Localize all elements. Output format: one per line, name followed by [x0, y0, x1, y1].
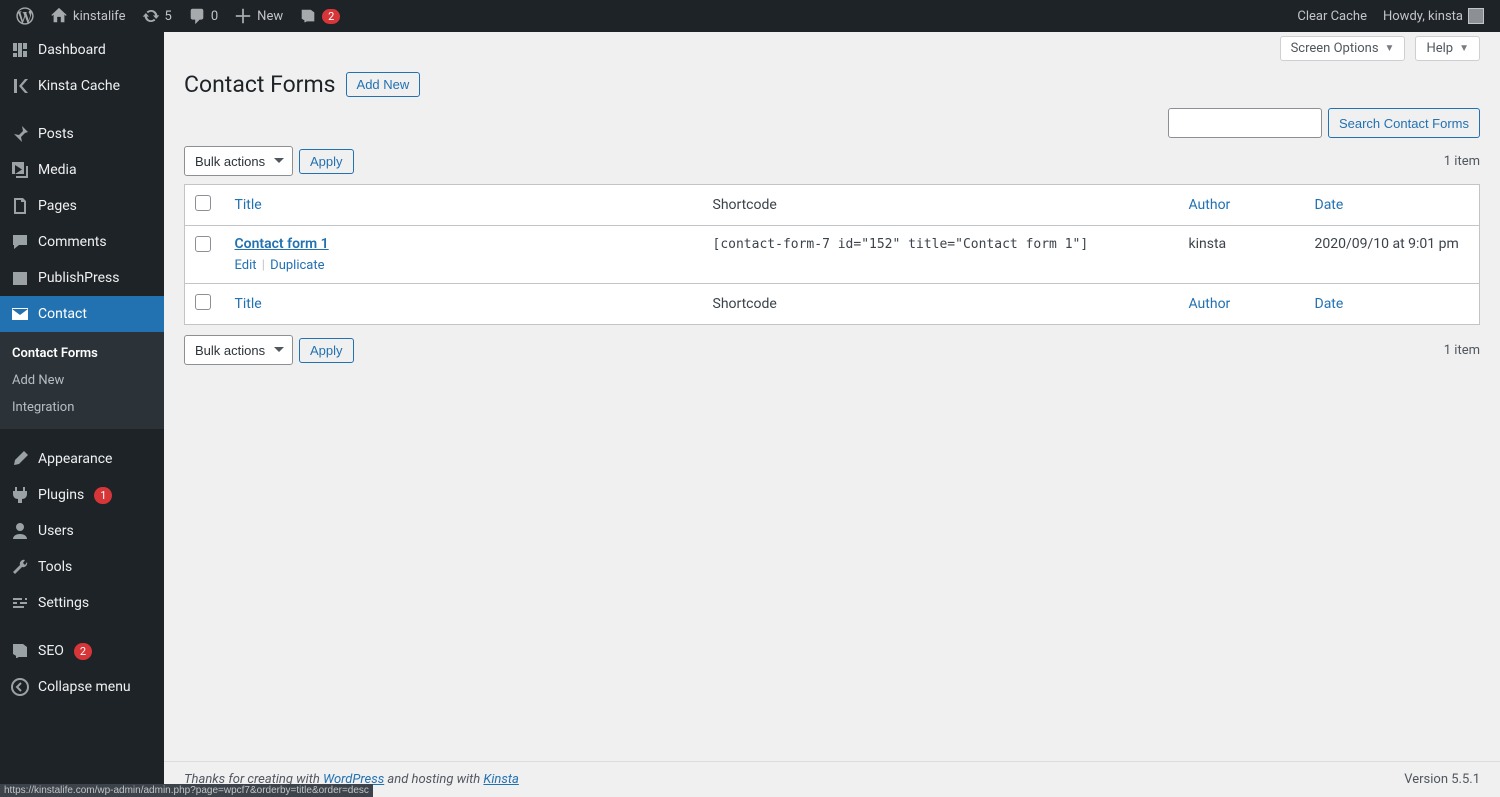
site-name: kinstalife [73, 9, 126, 24]
menu-seo[interactable]: SEO 2 [0, 633, 164, 669]
submenu-contact: Contact Forms Add New Integration [0, 332, 164, 429]
menu-publishpress[interactable]: PublishPress [0, 260, 164, 296]
pin-icon [10, 124, 30, 144]
sliders-icon [10, 593, 30, 613]
clear-cache-link[interactable]: Clear Cache [1289, 0, 1375, 32]
user-icon [10, 521, 30, 541]
home-icon [50, 7, 68, 25]
plus-icon [234, 7, 252, 25]
updates-link[interactable]: 5 [134, 0, 180, 32]
col-title[interactable]: Title [225, 185, 703, 226]
admin-sidebar: Dashboard Kinsta Cache Posts Media Pages… [0, 32, 164, 797]
yoast-link[interactable]: 2 [291, 0, 348, 32]
update-icon [142, 7, 160, 25]
seo-badge: 2 [74, 643, 92, 660]
chevron-down-icon: ▼ [1385, 43, 1395, 54]
menu-pages[interactable]: Pages [0, 188, 164, 224]
bulk-actions-select-top[interactable]: Bulk actions [184, 146, 293, 176]
submenu-contact-forms[interactable]: Contact Forms [0, 340, 164, 367]
add-new-button[interactable]: Add New [346, 72, 421, 97]
row-title-link[interactable]: Contact form 1 [235, 236, 329, 252]
pages-icon [10, 196, 30, 216]
col-title-foot[interactable]: Title [225, 284, 703, 325]
row-edit-link[interactable]: Edit [235, 258, 257, 273]
menu-users[interactable]: Users [0, 513, 164, 549]
menu-collapse[interactable]: Collapse menu [0, 669, 164, 705]
yoast-seo-icon [10, 641, 30, 661]
calendar-icon [10, 268, 30, 288]
row-duplicate-link[interactable]: Duplicate [270, 258, 324, 273]
avatar [1468, 8, 1484, 24]
menu-media[interactable]: Media [0, 152, 164, 188]
site-link[interactable]: kinstalife [42, 0, 134, 32]
screen-options-tab[interactable]: Screen Options▼ [1280, 36, 1406, 61]
dashboard-icon [10, 40, 30, 60]
item-count-top: 1 item [1444, 154, 1480, 169]
menu-dashboard[interactable]: Dashboard [0, 32, 164, 68]
help-tab[interactable]: Help▼ [1415, 36, 1480, 61]
table-row: Contact form 1 Edit | Duplicate [contact… [185, 226, 1480, 284]
main-content: Screen Options▼ Help▼ Contact Forms Add … [164, 32, 1500, 797]
comment-icon [188, 7, 206, 25]
submenu-integration[interactable]: Integration [0, 394, 164, 421]
media-icon [10, 160, 30, 180]
status-bar-url: https://kinstalife.com/wp-admin/admin.ph… [0, 784, 373, 797]
howdy-text: Howdy, kinsta [1383, 9, 1463, 24]
admin-bar: kinstalife 5 0 New 2 Clear Cache Howdy, … [0, 0, 1500, 32]
comments-icon [10, 232, 30, 252]
brush-icon [10, 449, 30, 469]
howdy-link[interactable]: Howdy, kinsta [1375, 0, 1492, 32]
menu-comments[interactable]: Comments [0, 224, 164, 260]
select-all-top[interactable] [195, 195, 211, 211]
menu-settings[interactable]: Settings [0, 585, 164, 621]
plugins-badge: 1 [94, 487, 112, 504]
kinsta-link[interactable]: Kinsta [483, 772, 518, 787]
comments-link[interactable]: 0 [180, 0, 226, 32]
row-date: 2020/09/10 at 9:01 pm [1305, 226, 1480, 284]
col-date[interactable]: Date [1305, 185, 1480, 226]
col-shortcode-foot: Shortcode [703, 284, 1179, 325]
wordpress-icon [16, 7, 34, 25]
menu-plugins[interactable]: Plugins 1 [0, 477, 164, 513]
item-count-bottom: 1 item [1444, 343, 1480, 358]
col-author-foot[interactable]: Author [1179, 284, 1305, 325]
submenu-add-new[interactable]: Add New [0, 367, 164, 394]
new-link[interactable]: New [226, 0, 291, 32]
col-date-foot[interactable]: Date [1305, 284, 1480, 325]
menu-tools[interactable]: Tools [0, 549, 164, 585]
menu-kinsta-cache[interactable]: Kinsta Cache [0, 68, 164, 104]
apply-button-top[interactable]: Apply [299, 149, 354, 174]
collapse-icon [10, 677, 30, 697]
menu-posts[interactable]: Posts [0, 116, 164, 152]
plug-icon [10, 485, 30, 505]
page-title: Contact Forms [184, 71, 336, 98]
search-button[interactable]: Search Contact Forms [1328, 108, 1480, 138]
row-checkbox[interactable] [195, 236, 211, 252]
menu-appearance[interactable]: Appearance [0, 441, 164, 477]
col-author[interactable]: Author [1179, 185, 1305, 226]
updates-count: 5 [165, 9, 172, 24]
col-shortcode: Shortcode [703, 185, 1179, 226]
comments-count: 0 [211, 9, 218, 24]
new-label: New [257, 9, 283, 24]
search-input[interactable] [1168, 108, 1322, 138]
menu-contact[interactable]: Contact [0, 296, 164, 332]
yoast-icon [299, 7, 317, 25]
version-text: Version 5.5.1 [1404, 772, 1480, 787]
select-all-bottom[interactable] [195, 294, 211, 310]
wp-logo[interactable] [8, 0, 42, 32]
row-shortcode[interactable]: [contact-form-7 id="152" title="Contact … [713, 237, 1089, 252]
forms-table: Title Shortcode Author Date Contact form… [184, 184, 1480, 325]
envelope-icon [10, 304, 30, 324]
bulk-actions-select-bottom[interactable]: Bulk actions [184, 335, 293, 365]
kinsta-icon [10, 76, 30, 96]
apply-button-bottom[interactable]: Apply [299, 338, 354, 363]
yoast-badge: 2 [322, 9, 340, 24]
chevron-down-icon: ▼ [1459, 43, 1469, 54]
row-author: kinsta [1179, 226, 1305, 284]
wrench-icon [10, 557, 30, 577]
